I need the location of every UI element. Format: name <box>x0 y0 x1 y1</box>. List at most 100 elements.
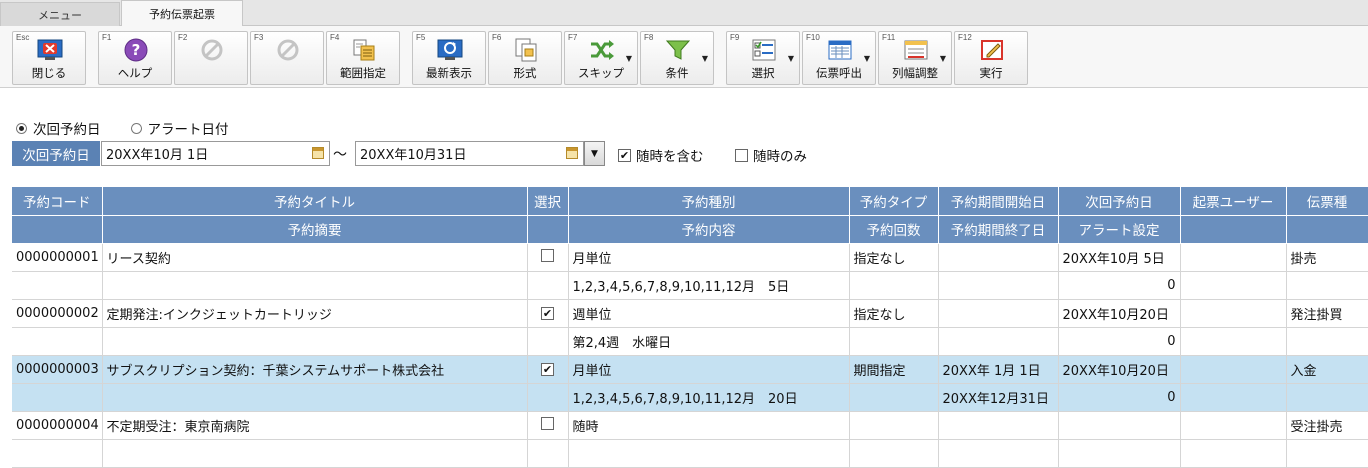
toolbar-button-f5[interactable]: F5 最新表示 <box>412 31 486 85</box>
cell-title: サブスクリプション契約：千葉システムサポート株式会社 <box>102 355 528 384</box>
dropdown-arrow-icon[interactable]: ▼ <box>940 54 946 63</box>
toolbar-button-esc[interactable]: Esc 閉じる <box>12 31 86 85</box>
dropdown-arrow-icon[interactable]: ▼ <box>864 54 870 63</box>
cell-end <box>938 439 1059 468</box>
checkbox-unchecked-icon <box>541 416 554 430</box>
col-header-end[interactable]: 予約期間終了日 <box>938 215 1059 244</box>
cell-summary <box>102 383 528 412</box>
radio-next-reservation-date[interactable]: 次回予約日 <box>16 118 101 138</box>
radio-alert-date[interactable]: アラート日付 <box>130 118 229 138</box>
toolbar-button-f3[interactable]: F3 <box>250 31 324 85</box>
col-header-alert[interactable]: アラート設定 <box>1058 215 1181 244</box>
col-header-count[interactable]: 予約回数 <box>849 215 939 244</box>
cell-blank <box>1286 383 1368 412</box>
toolbar-button-label: 条件 <box>665 66 689 80</box>
col-header-slip[interactable]: 伝票種 <box>1286 187 1368 216</box>
tab-menu[interactable]: メニュー <box>0 2 120 26</box>
dropdown-arrow-icon[interactable]: ▼ <box>702 54 708 63</box>
table-row-detail[interactable]: 第2,4週 水曜日 0 <box>12 327 1368 356</box>
toolbar-button-f9[interactable]: F9 選択 ▼ <box>726 31 800 85</box>
toolbar-button-f6[interactable]: F6 形式 <box>488 31 562 85</box>
header-row-1: 予約コード 予約タイトル 選択 予約種別 予約タイプ 予約期間開始日 次回予約日… <box>12 187 1368 216</box>
select-checkbox[interactable]: ✔ <box>527 355 569 384</box>
cell-code: 0000000003 <box>12 355 103 384</box>
toolbar-button-f4[interactable]: F4 範囲指定 <box>326 31 400 85</box>
cell-start <box>938 411 1059 440</box>
cell-kind: 随時 <box>568 411 850 440</box>
toolbar-button-f8[interactable]: F8 条件 ▼ <box>640 31 714 85</box>
toolbar-button-label: スキップ <box>578 66 624 80</box>
toolbar-button-f12[interactable]: F12 実行 <box>954 31 1028 85</box>
col-header-type[interactable]: 予約タイプ <box>849 187 939 216</box>
adhoc-only-label: 随時のみ <box>753 149 807 165</box>
col-header-summary[interactable]: 予約摘要 <box>102 215 528 244</box>
table-row[interactable]: 0000000001 リース契約 月単位 指定なし 20XX年10月 5日 掛売 <box>12 243 1368 272</box>
radio-alert-label: アラート日付 <box>147 122 229 138</box>
calendar-icon[interactable] <box>312 147 324 159</box>
cell-title: リース契約 <box>102 243 528 272</box>
toolbar-button-f2[interactable]: F2 <box>174 31 248 85</box>
col-header-kind[interactable]: 予約種別 <box>568 187 850 216</box>
skip-icon <box>589 38 615 62</box>
chevron-down-icon: ▼ <box>591 148 598 159</box>
date-basis-radio-group: 次回予約日 アラート日付 <box>16 118 229 138</box>
cell-slip: 掛売 <box>1286 243 1368 272</box>
col-header-blank <box>527 215 569 244</box>
cell-code: 0000000004 <box>12 411 103 440</box>
date-range-dropdown-button[interactable]: ▼ <box>584 141 605 166</box>
table-row-detail[interactable]: 1,2,3,4,5,6,7,8,9,10,11,12月 20日 20XX年12月3… <box>12 383 1368 412</box>
select-checkbox[interactable] <box>527 411 569 440</box>
col-header-content[interactable]: 予約内容 <box>568 215 850 244</box>
cell-blank <box>12 327 103 356</box>
col-header-user[interactable]: 起票ユーザー <box>1180 187 1287 216</box>
select-checkbox[interactable] <box>527 243 569 272</box>
format-icon <box>513 38 539 62</box>
toolbar-button-label: 形式 <box>513 66 537 80</box>
toolbar-button-f11[interactable]: F11 列幅調整 ▼ <box>878 31 952 85</box>
cell-type: 指定なし <box>849 243 939 272</box>
cell-blank <box>12 439 103 468</box>
toolbar-button-label: 伝票呼出 <box>816 66 862 80</box>
cell-count <box>849 439 939 468</box>
cell-alert <box>1058 439 1181 468</box>
toolbar-button-f10[interactable]: F10 伝票呼出 ▼ <box>802 31 876 85</box>
header-row-2: 予約摘要 予約内容 予約回数 予約期間終了日 アラート設定 <box>12 215 1368 244</box>
toolbar-button-f7[interactable]: F7 スキップ ▼ <box>564 31 638 85</box>
include-adhoc-checkbox[interactable]: ✔ 随時を含む <box>618 145 704 165</box>
cell-blank <box>12 271 103 300</box>
cell-alert: 0 <box>1058 383 1181 412</box>
toolbar-button-f1[interactable]: F1? ヘルプ <box>98 31 172 85</box>
tab-reservation-slip[interactable]: 予約伝票起票 <box>121 0 243 27</box>
checkbox-unchecked-icon <box>541 248 554 262</box>
cell-next: 20XX年10月20日 <box>1058 355 1181 384</box>
function-key-label: F6 <box>492 33 502 42</box>
date-to-field[interactable]: 20XX年10月31日 <box>355 141 584 166</box>
dropdown-arrow-icon[interactable]: ▼ <box>788 54 794 63</box>
col-header-code[interactable]: 予約コード <box>12 187 103 216</box>
table-row[interactable]: 0000000003 サブスクリプション契約：千葉システムサポート株式会社 ✔ 月単位… <box>12 355 1368 384</box>
checkbox-checked-icon: ✔ <box>618 148 631 162</box>
radio-selected-icon <box>16 122 27 134</box>
checkbox-checked-icon: ✔ <box>541 306 554 320</box>
dropdown-arrow-icon[interactable]: ▼ <box>626 54 632 63</box>
slip-icon <box>827 38 853 62</box>
adhoc-only-checkbox[interactable]: 随時のみ <box>735 145 807 165</box>
calendar-icon[interactable] <box>566 147 578 159</box>
col-header-start[interactable]: 予約期間開始日 <box>938 187 1059 216</box>
function-key-label: F3 <box>254 33 264 42</box>
table-row-detail[interactable] <box>12 439 1368 468</box>
table-row[interactable]: 0000000002 定期発注:インクジェットカートリッジ ✔ 週単位 指定なし 20XX… <box>12 299 1368 328</box>
function-key-label: F5 <box>416 33 426 42</box>
date-from-value: 20XX年10月 1日 <box>106 148 209 163</box>
select-checkbox[interactable]: ✔ <box>527 299 569 328</box>
date-from-field[interactable]: 20XX年10月 1日 <box>101 141 330 166</box>
col-header-next[interactable]: 次回予約日 <box>1058 187 1181 216</box>
function-key-label: F1 <box>102 33 112 42</box>
cell-summary <box>102 271 528 300</box>
cell-code: 0000000002 <box>12 299 103 328</box>
col-header-title[interactable]: 予約タイトル <box>102 187 528 216</box>
col-header-select[interactable]: 選択 <box>527 187 569 216</box>
table-row[interactable]: 0000000004 不定期受注：東京南病院 随時 受注掛売 <box>12 411 1368 440</box>
table-row-detail[interactable]: 1,2,3,4,5,6,7,8,9,10,11,12月 5日 0 <box>12 271 1368 300</box>
date-filter-label: 次回予約日 <box>12 141 100 166</box>
